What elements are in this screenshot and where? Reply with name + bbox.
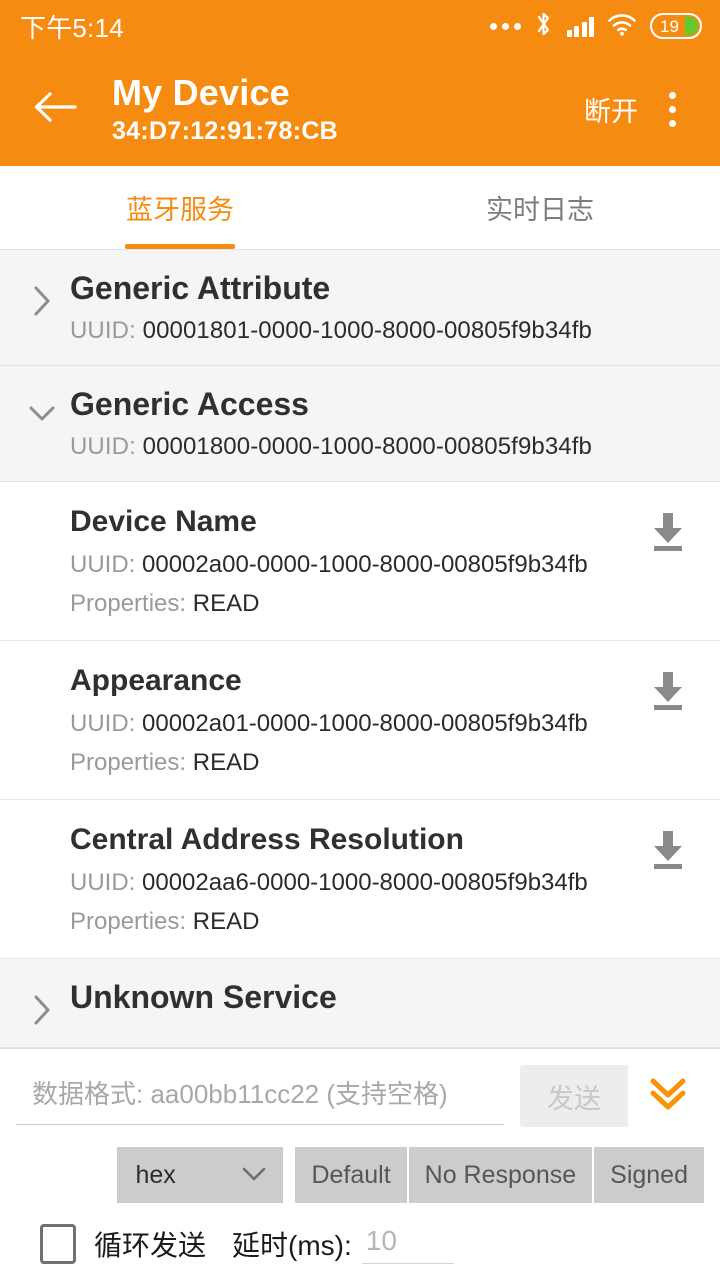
back-button[interactable] xyxy=(26,80,84,138)
chevron-right-icon xyxy=(20,268,64,318)
chevron-down-icon xyxy=(241,1161,267,1190)
tab-active-indicator xyxy=(125,244,235,249)
characteristic-info: Device Name UUID: 00002a00-0000-1000-800… xyxy=(70,504,638,618)
battery-level-text: 19 xyxy=(660,16,679,36)
characteristic-info: Central Address Resolution UUID: 00002aa… xyxy=(70,822,638,936)
service-name: Generic Attribute xyxy=(70,270,331,306)
download-icon xyxy=(648,510,688,559)
service-uuid-value: 00001801-0000-1000-8000-00805f9b34fb xyxy=(142,317,592,344)
service-uuid-label: UUID: xyxy=(70,433,136,460)
back-arrow-icon xyxy=(33,89,77,130)
tab-realtime-log[interactable]: 实时日志 xyxy=(360,166,720,249)
service-info: Unknown Service xyxy=(64,977,700,1017)
characteristic-properties-label: Properties: xyxy=(70,590,187,617)
format-dropdown-value: hex xyxy=(135,1160,176,1189)
characteristic-properties: Properties: READ xyxy=(70,590,638,618)
page-title: My Device xyxy=(112,72,290,114)
characteristic-row[interactable]: Appearance UUID: 00002a01-0000-1000-8000… xyxy=(0,641,720,800)
delay-input[interactable] xyxy=(361,1223,454,1264)
wifi-icon xyxy=(607,11,637,42)
download-icon xyxy=(648,669,688,718)
write-options-row: hex Default No Response Signed xyxy=(16,1147,704,1203)
service-info: Generic Access UUID: 00001800-0000-1000-… xyxy=(64,384,700,461)
data-input[interactable] xyxy=(16,1067,504,1125)
characteristic-uuid: UUID: 00002a00-0000-1000-8000-00805f9b34… xyxy=(70,551,638,579)
characteristic-row[interactable]: Device Name UUID: 00002a00-0000-1000-800… xyxy=(0,482,720,641)
service-info: Generic Attribute UUID: 00001801-0000-10… xyxy=(64,268,700,345)
characteristic-uuid-value: 00002aa6-0000-1000-8000-00805f9b34fb xyxy=(142,869,588,896)
device-mac-address: 34:D7:12:91:78:CB xyxy=(112,116,339,145)
characteristic-properties: Properties: READ xyxy=(70,749,638,777)
service-uuid-label: UUID: xyxy=(70,317,136,344)
app-bar-titles: My Device 34:D7:12:91:78:CB xyxy=(84,72,578,145)
loop-send-label: 循环发送 xyxy=(94,1229,207,1261)
read-characteristic-button[interactable] xyxy=(638,663,698,718)
write-mode-signed-button[interactable]: Signed xyxy=(594,1147,704,1203)
download-icon xyxy=(648,828,688,877)
service-uuid: UUID: 00001800-0000-1000-8000-00805f9b34… xyxy=(70,433,700,461)
service-row-unknown-service[interactable]: Unknown Service xyxy=(0,959,720,1048)
double-chevron-down-icon xyxy=(645,1072,691,1121)
app-screen: 下午5:14 19 My Device 34:D7:12:91:78:CB 断开… xyxy=(0,0,720,1280)
format-dropdown[interactable]: hex xyxy=(117,1147,284,1203)
characteristic-properties-value: READ xyxy=(192,749,260,776)
more-dots-icon xyxy=(489,22,521,30)
tab-bar: 蓝牙服务 实时日志 xyxy=(0,166,720,250)
chevron-right-icon xyxy=(20,977,64,1027)
tab-realtime-log-label: 实时日志 xyxy=(486,195,594,225)
battery-icon: 19 xyxy=(650,13,702,39)
characteristic-properties-label: Properties: xyxy=(70,749,187,776)
service-name: Unknown Service xyxy=(70,979,337,1015)
characteristic-uuid: UUID: 00002a01-0000-1000-8000-00805f9b34… xyxy=(70,710,638,738)
read-characteristic-button[interactable] xyxy=(638,504,698,559)
characteristic-uuid: UUID: 00002aa6-0000-1000-8000-00805f9b34… xyxy=(70,869,638,897)
expand-panel-button[interactable] xyxy=(632,1063,704,1129)
characteristic-uuid-label: UUID: xyxy=(70,869,136,896)
write-mode-no-response-button[interactable]: No Response xyxy=(408,1147,595,1203)
service-list[interactable]: Generic Attribute UUID: 00001801-0000-10… xyxy=(0,250,720,1280)
characteristic-uuid-value: 00002a00-0000-1000-8000-00805f9b34fb xyxy=(142,551,588,578)
status-bar-time: 下午5:14 xyxy=(20,12,124,43)
write-mode-default-button[interactable]: Default xyxy=(295,1147,409,1203)
cellular-signal-icon xyxy=(566,15,594,37)
characteristic-uuid-value: 00002a01-0000-1000-8000-00805f9b34fb xyxy=(142,710,588,737)
write-mode-segmented-control: Default No Response Signed xyxy=(295,1147,704,1203)
characteristic-properties-value: READ xyxy=(192,908,260,935)
characteristic-name: Central Address Resolution xyxy=(70,823,464,856)
service-row-generic-access[interactable]: Generic Access UUID: 00001800-0000-1000-… xyxy=(0,366,720,482)
tab-bluetooth-services[interactable]: 蓝牙服务 xyxy=(0,166,360,249)
bluetooth-icon xyxy=(534,10,554,43)
service-uuid-value: 00001800-0000-1000-8000-00805f9b34fb xyxy=(142,433,592,460)
loop-send-row: 循环发送 延时(ms): xyxy=(16,1223,704,1264)
characteristic-properties-label: Properties: xyxy=(70,908,187,935)
characteristic-properties-value: READ xyxy=(192,590,260,617)
characteristic-name: Device Name xyxy=(70,505,257,538)
characteristic-info: Appearance UUID: 00002a01-0000-1000-8000… xyxy=(70,663,638,777)
overflow-menu-icon xyxy=(668,91,676,127)
characteristic-row[interactable]: Central Address Resolution UUID: 00002aa… xyxy=(0,800,720,959)
status-bar: 下午5:14 19 xyxy=(0,0,720,52)
service-row-generic-attribute[interactable]: Generic Attribute UUID: 00001801-0000-10… xyxy=(0,250,720,366)
overflow-menu-button[interactable] xyxy=(644,78,700,140)
disconnect-button[interactable]: 断开 xyxy=(578,80,644,139)
write-panel: 发送 hex xyxy=(0,1048,720,1280)
service-uuid: UUID: 00001801-0000-1000-8000-00805f9b34… xyxy=(70,317,700,345)
characteristic-uuid-label: UUID: xyxy=(70,551,136,578)
chevron-down-icon xyxy=(20,384,64,426)
characteristic-name: Appearance xyxy=(70,664,242,697)
loop-send-checkbox[interactable] xyxy=(40,1223,76,1264)
app-bar: My Device 34:D7:12:91:78:CB 断开 xyxy=(0,52,720,166)
read-characteristic-button[interactable] xyxy=(638,822,698,877)
service-name: Generic Access xyxy=(70,386,309,422)
send-button[interactable]: 发送 xyxy=(520,1065,628,1127)
tab-bluetooth-services-label: 蓝牙服务 xyxy=(126,195,234,225)
delay-label: 延时(ms): xyxy=(232,1229,352,1261)
write-input-row: 发送 xyxy=(16,1063,704,1129)
status-bar-icons: 19 xyxy=(489,10,702,43)
characteristic-uuid-label: UUID: xyxy=(70,710,136,737)
characteristic-properties: Properties: READ xyxy=(70,908,638,936)
